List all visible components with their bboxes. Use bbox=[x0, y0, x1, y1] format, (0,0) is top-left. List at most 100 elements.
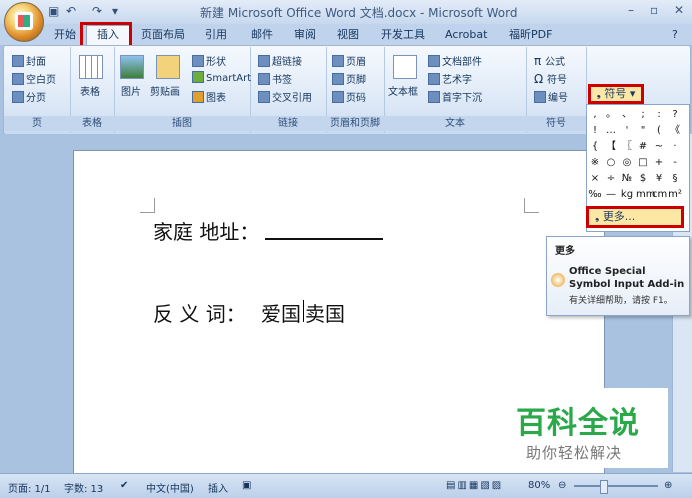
symbol-cell[interactable]: # bbox=[636, 140, 650, 154]
symbol-cell[interactable]: cm bbox=[652, 188, 667, 202]
symbol-cell[interactable]: ? bbox=[668, 108, 682, 122]
symbol-cell[interactable]: - bbox=[668, 156, 682, 170]
help-icon[interactable]: ? bbox=[672, 26, 678, 44]
undo-icon[interactable]: ↶ bbox=[66, 4, 76, 18]
chart-label: 图表 bbox=[206, 93, 226, 104]
quick-parts-button[interactable]: 文档部件 bbox=[428, 53, 482, 68]
more-symbols-item[interactable]: ❟ 更多... bbox=[586, 206, 684, 228]
symbol-cell[interactable]: № bbox=[620, 172, 634, 186]
symbol-cell[interactable]: ◎ bbox=[620, 156, 634, 170]
symbol-cell[interactable]: mm bbox=[636, 188, 655, 202]
picture-button[interactable]: 图片 bbox=[121, 83, 141, 98]
table-button[interactable]: 表格 bbox=[80, 83, 100, 98]
symbol-cell[interactable]: — bbox=[604, 188, 618, 202]
symbol-cell[interactable]: ÷ bbox=[604, 172, 618, 186]
symbol-cell[interactable]: ' bbox=[620, 124, 634, 138]
page-break-button[interactable]: 分页 bbox=[12, 89, 46, 104]
language-indicator[interactable]: 中文(中国) bbox=[146, 480, 194, 495]
save-icon[interactable]: ▣ bbox=[48, 4, 59, 18]
zoom-slider[interactable] bbox=[574, 485, 658, 487]
symbol-cell[interactable]: " bbox=[636, 124, 650, 138]
zoom-slider-handle[interactable] bbox=[600, 480, 608, 494]
symbol-cell[interactable]: × bbox=[588, 172, 602, 186]
zoom-level[interactable]: 80% bbox=[528, 480, 550, 491]
page-count[interactable]: 页面: 1/1 bbox=[8, 480, 51, 495]
tab-references[interactable]: 引用 bbox=[205, 26, 227, 44]
restore-button[interactable]: ▫ bbox=[650, 3, 658, 17]
tooltip-heading: Office Special Symbol Input Add-in bbox=[569, 266, 685, 290]
address-blank-line bbox=[265, 238, 383, 240]
minimize-button[interactable]: – bbox=[628, 3, 634, 17]
hyperlink-button[interactable]: 超链接 bbox=[258, 53, 302, 68]
symbol-cell[interactable]: § bbox=[668, 172, 682, 186]
footer-button[interactable]: 页脚 bbox=[332, 71, 366, 86]
symbol-cell[interactable]: 、 bbox=[620, 108, 634, 122]
tab-home[interactable]: 开始 bbox=[54, 26, 76, 44]
symbol-cell[interactable]: · bbox=[668, 140, 682, 154]
word-count[interactable]: 字数: 13 bbox=[64, 480, 103, 495]
smartart-button[interactable]: SmartArt bbox=[192, 71, 251, 84]
close-button[interactable]: ✕ bbox=[674, 3, 684, 17]
zoom-out-icon[interactable]: ⊖ bbox=[558, 480, 566, 491]
qat-customize-icon[interactable]: ▾ bbox=[112, 4, 118, 18]
symbol-cell[interactable]: m² bbox=[668, 188, 682, 202]
office-logo-icon bbox=[15, 12, 33, 30]
tab-developer[interactable]: 开发工具 bbox=[381, 26, 425, 44]
textbox-button[interactable]: 文本框 bbox=[388, 83, 418, 98]
symbol-cell[interactable]: ( bbox=[652, 124, 666, 138]
symbol-cell[interactable]: kg bbox=[620, 188, 634, 202]
view-buttons-icon[interactable]: ▤▥▦▧▨ bbox=[446, 480, 503, 491]
tab-view[interactable]: 视图 bbox=[337, 26, 359, 44]
footer-icon bbox=[332, 73, 344, 85]
zoom-in-icon[interactable]: ⊕ bbox=[664, 480, 672, 491]
symbol-cell[interactable]: □ bbox=[636, 156, 650, 170]
header-button[interactable]: 页眉 bbox=[332, 53, 366, 68]
symbol-button[interactable]: Ω 符号 bbox=[534, 71, 567, 86]
cross-reference-button[interactable]: 交叉引用 bbox=[258, 89, 312, 104]
tab-review[interactable]: 审阅 bbox=[294, 26, 316, 44]
symbol-cell[interactable]: 。 bbox=[604, 108, 618, 122]
symbol-cell[interactable]: ※ bbox=[588, 156, 602, 170]
symbol-cell[interactable]: + bbox=[652, 156, 666, 170]
symbol-cell[interactable]: $ bbox=[636, 172, 650, 186]
symbol-cell[interactable]: 《 bbox=[668, 124, 682, 138]
symbol-cell[interactable]: ‰ bbox=[588, 188, 602, 202]
symbol-cell[interactable]: ¥ bbox=[652, 172, 666, 186]
insert-mode-indicator[interactable]: 插入 bbox=[208, 480, 228, 495]
wordart-button[interactable]: 艺术字 bbox=[428, 71, 472, 86]
equation-button[interactable]: π 公式 bbox=[534, 53, 565, 68]
blank-page-label: 空白页 bbox=[26, 75, 56, 86]
page-number-button[interactable]: 页码 bbox=[332, 89, 366, 104]
cover-page-button[interactable]: 封面 bbox=[12, 53, 46, 68]
symbol-cell[interactable]: 【 bbox=[604, 140, 618, 154]
spell-check-icon[interactable]: ✔ bbox=[120, 480, 128, 491]
cover-page-icon bbox=[12, 55, 24, 67]
clipart-button[interactable]: 剪贴画 bbox=[150, 83, 180, 98]
blank-page-button[interactable]: 空白页 bbox=[12, 71, 56, 86]
symbol-dropdown-button[interactable]: ❟ 符号 ▾ bbox=[588, 84, 644, 104]
symbol-cell[interactable]: ; bbox=[636, 108, 650, 122]
symbol-cell[interactable]: … bbox=[604, 124, 618, 138]
symbol-cell[interactable]: ! bbox=[588, 124, 602, 138]
symbol-cell[interactable]: , bbox=[588, 108, 602, 122]
numbering-button[interactable]: 编号 bbox=[534, 89, 568, 104]
drop-cap-button[interactable]: 首字下沉 bbox=[428, 89, 482, 104]
chart-button[interactable]: 图表 bbox=[192, 89, 226, 104]
macro-record-icon[interactable]: ▣ bbox=[242, 480, 251, 491]
symbol-cell[interactable]: { bbox=[588, 140, 602, 154]
tab-mailings[interactable]: 邮件 bbox=[251, 26, 273, 44]
office-button[interactable] bbox=[4, 2, 44, 42]
symbol-cell[interactable]: : bbox=[652, 108, 666, 122]
group-symbols-label: 符号 bbox=[526, 116, 586, 131]
crop-mark-left bbox=[140, 198, 155, 213]
symbol-cell[interactable]: ~ bbox=[652, 140, 666, 154]
tab-foxit-pdf[interactable]: 福昕PDF bbox=[509, 26, 552, 44]
tab-acrobat[interactable]: Acrobat bbox=[445, 26, 487, 44]
shapes-button[interactable]: 形状 bbox=[192, 53, 226, 68]
symbol-cell[interactable]: ○ bbox=[604, 156, 618, 170]
tab-page-layout[interactable]: 页面布局 bbox=[141, 26, 185, 44]
omega-icon: Ω bbox=[534, 72, 547, 86]
symbol-cell[interactable]: 〖 bbox=[620, 140, 634, 154]
redo-icon[interactable]: ↷ bbox=[92, 4, 102, 18]
bookmark-button[interactable]: 书签 bbox=[258, 71, 292, 86]
